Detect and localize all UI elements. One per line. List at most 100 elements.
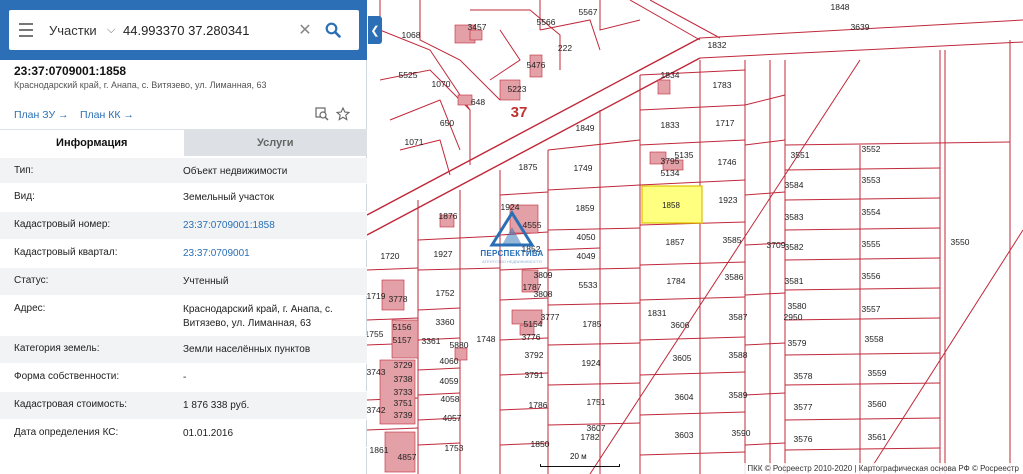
info-key: Вид: [14,191,35,202]
svg-text:3576: 3576 [794,434,813,444]
svg-text:3577: 3577 [794,402,813,412]
cadastral-number-link[interactable]: 23:37:0709001:1858 [170,212,367,239]
svg-text:3583: 3583 [785,212,804,222]
info-key: Кадастровый номер: [14,219,111,230]
svg-text:1848: 1848 [831,2,850,12]
info-value: Земельный участок [183,192,275,203]
info-table: Тип: Объект недвижимости Вид: Земельный уч… [0,158,367,448]
svg-text:3777: 3777 [541,312,560,322]
svg-text:1755: 1755 [365,329,384,339]
info-panel: Участки ⌵ ✕ 23:37:0709001:1858 Краснодар… [0,0,367,474]
info-row: Форма собственности: - [0,364,367,392]
svg-text:3561: 3561 [868,432,887,442]
svg-text:1070: 1070 [432,79,451,89]
svg-text:1834: 1834 [661,70,680,80]
svg-text:5134: 5134 [661,168,680,178]
svg-text:1746: 1746 [718,157,737,167]
svg-text:5566: 5566 [537,17,556,27]
svg-text:1857: 1857 [666,237,685,247]
info-value: Земли населённых пунктов [183,344,311,355]
svg-text:3639: 3639 [851,22,870,32]
svg-text:3791: 3791 [525,370,544,380]
search-input[interactable] [123,22,295,38]
search-box: Участки ⌵ ✕ [9,10,359,50]
svg-text:1749: 1749 [574,163,593,173]
svg-text:3742: 3742 [367,405,386,415]
svg-text:1833: 1833 [661,120,680,130]
svg-text:3587: 3587 [729,312,748,322]
map-attribution: ПКК © Росреестр 2010-2020 | Картографиче… [743,463,1023,474]
svg-text:5533: 5533 [579,280,598,290]
svg-text:648: 648 [471,97,485,107]
info-value: - [183,372,187,383]
svg-text:1786: 1786 [529,400,548,410]
svg-text:1850: 1850 [531,439,550,449]
svg-text:3550: 3550 [951,237,970,247]
agency-watermark: ПЕРСПЕКТИВА АГЕНТСТВО НЕДВИЖИМОСТИ [478,205,546,265]
info-row: Статус: Учтенный [0,268,367,296]
svg-text:3579: 3579 [788,338,807,348]
svg-text:3553: 3553 [862,175,881,185]
info-value: 1 876 338 руб. [183,400,250,411]
svg-text:3554: 3554 [862,207,881,217]
svg-text:1753: 1753 [445,443,464,453]
info-row: Категория земель: Земли населённых пункто… [0,336,367,364]
svg-text:1923: 1923 [719,195,738,205]
chevron-down-icon[interactable]: ⌵ [107,24,123,37]
svg-text:5154: 5154 [524,319,543,329]
svg-text:1782: 1782 [581,432,600,442]
search-button[interactable] [315,10,351,50]
info-row: Адрес: Краснодарский край, г. Анапа, с. В… [0,296,367,336]
info-key: Тип: [14,165,34,176]
svg-text:3590: 3590 [732,428,751,438]
search-icon [325,22,341,38]
info-row: Тип: Объект недвижимости [0,158,367,184]
svg-text:4049: 4049 [577,251,596,261]
svg-text:1831: 1831 [648,308,667,318]
svg-text:3709: 3709 [767,240,786,250]
svg-text:3729: 3729 [394,360,413,370]
svg-text:1783: 1783 [713,80,732,90]
plan-kk-link[interactable]: План КК → [80,109,134,121]
collapse-panel-button[interactable]: ❮ [368,16,382,44]
svg-text:1784: 1784 [667,276,686,286]
svg-text:3558: 3558 [865,334,884,344]
layer-select[interactable]: Участки [43,23,107,38]
parcel-title: 23:37:0709001:1858 [14,64,127,78]
svg-text:4057: 4057 [443,413,462,423]
svg-text:3551: 3551 [791,150,810,160]
svg-text:3733: 3733 [394,387,413,397]
info-key: Статус: [14,275,49,286]
star-icon[interactable] [335,106,351,122]
tab-services[interactable]: Услуги [183,130,367,156]
svg-text:3559: 3559 [868,368,887,378]
svg-text:1787: 1787 [523,282,542,292]
info-key: Категория земель: [14,343,100,354]
svg-text:3738: 3738 [394,374,413,384]
svg-text:3778: 3778 [389,294,408,304]
svg-text:3743: 3743 [367,367,386,377]
cadastral-quarter-link[interactable]: 23:37:0709001 [170,240,367,267]
menu-icon[interactable] [9,10,43,50]
info-row: Кадастровый квартал: 23:37:0709001 [0,240,367,268]
panel-tabs: Информация Услуги [0,129,367,156]
svg-text:3588: 3588 [729,350,748,360]
svg-text:1719: 1719 [367,291,386,301]
clear-icon[interactable]: ✕ [295,20,315,40]
svg-text:1832: 1832 [708,40,727,50]
svg-text:3555: 3555 [862,239,881,249]
svg-text:3560: 3560 [868,399,887,409]
svg-text:3557: 3557 [862,304,881,314]
zoom-to-object-icon[interactable] [314,106,330,122]
svg-text:3792: 3792 [525,350,544,360]
parcel-address: Краснодарский край, г. Анапа, с. Витязев… [14,80,267,90]
info-value: Учтенный [183,276,229,287]
info-key: Кадастровый квартал: [14,247,118,258]
svg-text:3776: 3776 [522,332,541,342]
scale-label: 20 м [570,452,587,461]
svg-text:3795: 3795 [661,156,680,166]
tab-information[interactable]: Информация [0,130,184,156]
svg-text:3556: 3556 [862,271,881,281]
plan-zu-link[interactable]: План ЗУ → [14,109,69,121]
svg-text:5476: 5476 [527,60,546,70]
